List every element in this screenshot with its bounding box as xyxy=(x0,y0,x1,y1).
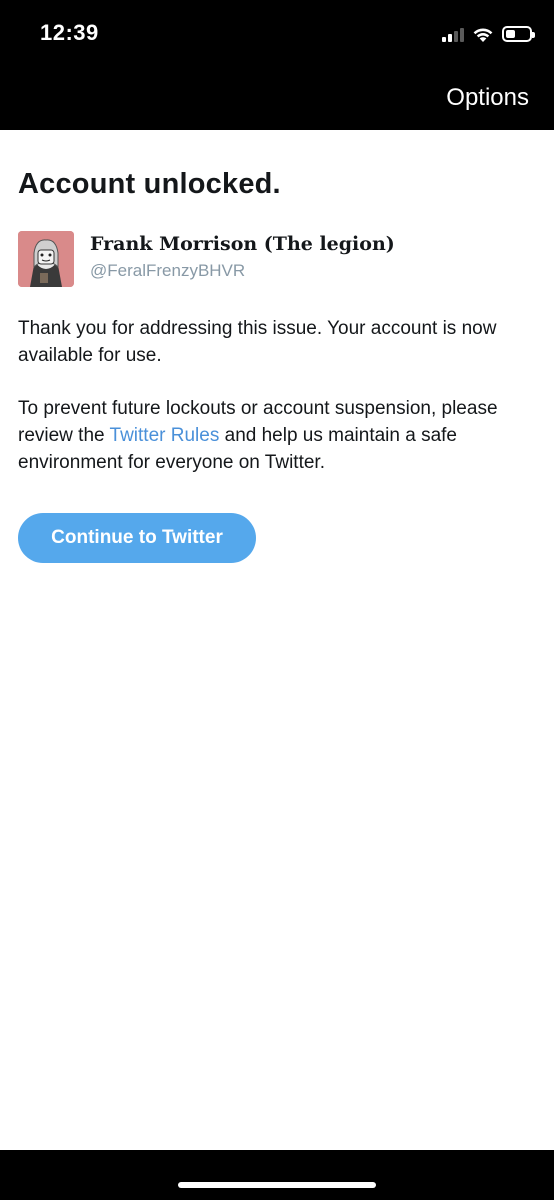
options-button[interactable]: Options xyxy=(446,84,529,112)
status-time: 12:39 xyxy=(40,20,99,45)
twitter-rules-link[interactable]: Twitter Rules xyxy=(110,425,220,446)
continue-to-twitter-button[interactable]: Continue to Twitter xyxy=(18,513,256,563)
account-row: Frank Morrison (The legion) @FeralFrenzy… xyxy=(18,231,538,287)
avatar-illustration xyxy=(18,231,74,287)
avatar xyxy=(18,231,74,287)
display-name: Frank Morrison (The legion) xyxy=(90,233,395,255)
battery-icon xyxy=(502,26,535,42)
status-icons xyxy=(442,22,535,46)
signal-icon xyxy=(442,26,464,42)
account-handle: @FeralFrenzyBHVR xyxy=(90,261,246,280)
home-indicator[interactable] xyxy=(178,1182,376,1188)
confirmation-text: Thank you for addressing this issue. You… xyxy=(18,318,497,366)
rules-text: To prevent future lockouts or account su… xyxy=(18,395,538,476)
page-title: Account unlocked. xyxy=(18,168,281,200)
wifi-icon xyxy=(473,28,493,42)
main-content: Account unlocked. Frank Morrison (The le… xyxy=(18,168,538,563)
top-bar: 12:39 Options xyxy=(0,0,554,130)
account-info: Frank Morrison (The legion) @FeralFrenzy… xyxy=(90,231,395,281)
screen: 12:39 Options Account unlocked. Frank Mo… xyxy=(0,0,554,1200)
bottom-bar xyxy=(0,1150,554,1200)
